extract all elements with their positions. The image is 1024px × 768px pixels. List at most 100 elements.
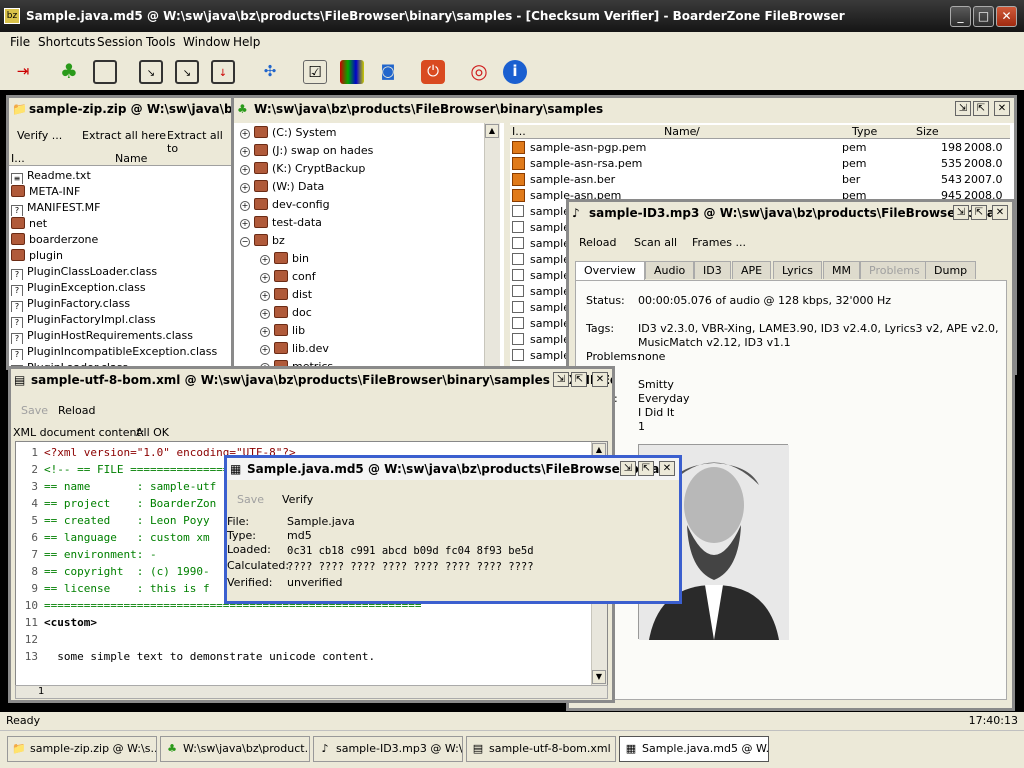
- expand-icon[interactable]: +: [240, 147, 250, 157]
- expand-icon[interactable]: +: [260, 309, 270, 319]
- expand-icon[interactable]: +: [240, 129, 250, 139]
- tab-problems[interactable]: Problems: [860, 261, 929, 279]
- minimize-button[interactable]: _: [950, 6, 971, 27]
- power-icon[interactable]: ⏻: [421, 60, 445, 84]
- maximize-button[interactable]: □: [973, 6, 994, 27]
- detach-icon[interactable]: ⇲: [955, 101, 971, 116]
- save-button[interactable]: Save: [237, 493, 264, 506]
- close-icon[interactable]: ✕: [592, 372, 608, 387]
- tab-dump[interactable]: Dump: [925, 261, 977, 279]
- tree-node[interactable]: + bin: [260, 251, 490, 267]
- verify-button[interactable]: Verify ...: [17, 129, 62, 142]
- exit-icon[interactable]: ⇥: [11, 60, 35, 84]
- list-item[interactable]: ≡ Readme.txt: [11, 168, 226, 184]
- expand-icon[interactable]: +: [260, 273, 270, 283]
- list-item[interactable]: META-INF: [11, 184, 226, 200]
- md5-window-title[interactable]: Sample.java.md5 @ W:\sw\java\bz\products…: [227, 458, 679, 480]
- editor-hscrollbar[interactable]: 1: [15, 685, 608, 699]
- tree-node[interactable]: + conf: [260, 269, 490, 285]
- list-item[interactable]: ? MANIFEST.MF: [11, 200, 226, 216]
- window-icon[interactable]: [93, 60, 117, 84]
- expand-icon[interactable]: +: [240, 201, 250, 211]
- xml-window-title[interactable]: sample-utf-8-bom.xml @ W:\sw\java\bz\pro…: [11, 369, 612, 391]
- menu-window[interactable]: Window: [183, 35, 230, 49]
- task-id3[interactable]: ♪ sample-ID3.mp3 @ W:\s...: [313, 736, 463, 762]
- tree-node[interactable]: + dist: [260, 287, 490, 303]
- expand-icon[interactable]: +: [260, 291, 270, 301]
- tree-scrollbar[interactable]: [484, 123, 500, 372]
- tree-icon[interactable]: ♣: [57, 60, 81, 84]
- list-item[interactable]: ? PluginIncompatibleException.class: [11, 344, 226, 360]
- list-item[interactable]: plugin: [11, 248, 226, 264]
- window-minimize-icon[interactable]: ↘: [139, 60, 163, 84]
- menu-session[interactable]: Session: [97, 35, 143, 49]
- tab-mm[interactable]: MM: [823, 261, 860, 279]
- col-icon[interactable]: I...: [512, 125, 526, 138]
- app-icon[interactable]: bz: [4, 8, 20, 24]
- task-md5[interactable]: ▦ Sample.java.md5 @ W...: [619, 736, 769, 762]
- expand-icon[interactable]: +: [240, 165, 250, 175]
- col-size[interactable]: Size: [916, 125, 939, 138]
- col-icon[interactable]: I...: [11, 152, 25, 165]
- expand-icon[interactable]: +: [260, 255, 270, 265]
- tab-id3[interactable]: ID3: [694, 261, 731, 279]
- tree-node[interactable]: + (W:) Data: [240, 179, 470, 195]
- tab-audio[interactable]: Audio: [645, 261, 695, 279]
- tab-ape[interactable]: APE: [732, 261, 772, 279]
- network-icon[interactable]: ✣: [258, 60, 282, 84]
- browser-window-title[interactable]: W:\sw\java\bz\products\FileBrowser\binar…: [234, 98, 1014, 120]
- maximize-icon[interactable]: ⇱: [638, 461, 654, 476]
- task-zip[interactable]: 📁 sample-zip.zip @ W:\s...: [7, 736, 157, 762]
- close-icon[interactable]: ✕: [992, 205, 1008, 220]
- tree-node[interactable]: + test-data: [240, 215, 470, 231]
- task-browser[interactable]: ♣ W:\sw\java\bz\product...: [160, 736, 310, 762]
- checklist-icon[interactable]: ☑: [303, 60, 327, 84]
- globe-window-icon[interactable]: ◙: [376, 60, 400, 84]
- verify-button[interactable]: Verify: [282, 493, 313, 506]
- expand-icon[interactable]: +: [260, 345, 270, 355]
- scan-all-button[interactable]: Scan all: [634, 236, 677, 249]
- close-button[interactable]: ✕: [996, 6, 1017, 27]
- list-item[interactable]: ? PluginFactoryImpl.class: [11, 312, 226, 328]
- lifebuoy-icon[interactable]: ◎: [467, 60, 491, 84]
- list-item[interactable]: net: [11, 216, 226, 232]
- menu-file[interactable]: File: [10, 35, 30, 49]
- col-name[interactable]: Name: [664, 125, 696, 138]
- file-row[interactable]: sample-asn-rsa.pem pem 535 2008.0: [512, 156, 1008, 172]
- detach-icon[interactable]: ⇲: [620, 461, 636, 476]
- tree-node[interactable]: + (K:) CryptBackup: [240, 161, 470, 177]
- file-row[interactable]: sample-asn-pgp.pem pem 198 2008.0: [512, 140, 1008, 156]
- reload-button[interactable]: Reload: [579, 236, 616, 249]
- tab-lyrics[interactable]: Lyrics: [773, 261, 822, 279]
- expand-icon[interactable]: +: [240, 219, 250, 229]
- window-restore-icon[interactable]: ↘: [175, 60, 199, 84]
- task-xml[interactable]: ▤ sample-utf-8-bom.xml ...: [466, 736, 616, 762]
- color-grid-icon[interactable]: [340, 60, 364, 84]
- tree-node[interactable]: + doc: [260, 305, 490, 321]
- menu-tools[interactable]: Tools: [146, 35, 176, 49]
- close-icon[interactable]: ✕: [994, 101, 1010, 116]
- save-button[interactable]: Save: [21, 404, 48, 417]
- tree-node[interactable]: − bz: [240, 233, 470, 249]
- tab-overview[interactable]: Overview: [575, 261, 645, 280]
- detach-icon[interactable]: ⇲: [953, 205, 969, 220]
- detach-icon[interactable]: ⇲: [553, 372, 569, 387]
- list-item[interactable]: boarderzone: [11, 232, 226, 248]
- frames-button[interactable]: Frames ...: [692, 236, 746, 249]
- scroll-up-icon[interactable]: ▲: [485, 124, 499, 138]
- id3-window-title[interactable]: sample-ID3.mp3 @ W:\sw\java\bz\products\…: [569, 202, 1012, 224]
- tree-node[interactable]: + lib.dev: [260, 341, 490, 357]
- tree-node[interactable]: + (J:) swap on hades: [240, 143, 470, 159]
- zip-window-title[interactable]: sample-zip.zip @ W:\sw\java\bz\products\…: [9, 98, 231, 120]
- menu-help[interactable]: Help: [233, 35, 260, 49]
- expand-icon[interactable]: +: [240, 183, 250, 193]
- maximize-icon[interactable]: ⇱: [973, 101, 989, 116]
- col-type[interactable]: Type: [852, 125, 877, 138]
- info-icon[interactable]: i: [503, 60, 527, 84]
- maximize-icon[interactable]: ⇱: [971, 205, 987, 220]
- scroll-down-icon[interactable]: ▼: [592, 670, 606, 684]
- col-name[interactable]: Name: [115, 152, 147, 165]
- list-item[interactable]: ? PluginFactory.class: [11, 296, 226, 312]
- list-item[interactable]: ? PluginException.class: [11, 280, 226, 296]
- file-row[interactable]: sample-asn.ber ber 543 2007.0: [512, 172, 1008, 188]
